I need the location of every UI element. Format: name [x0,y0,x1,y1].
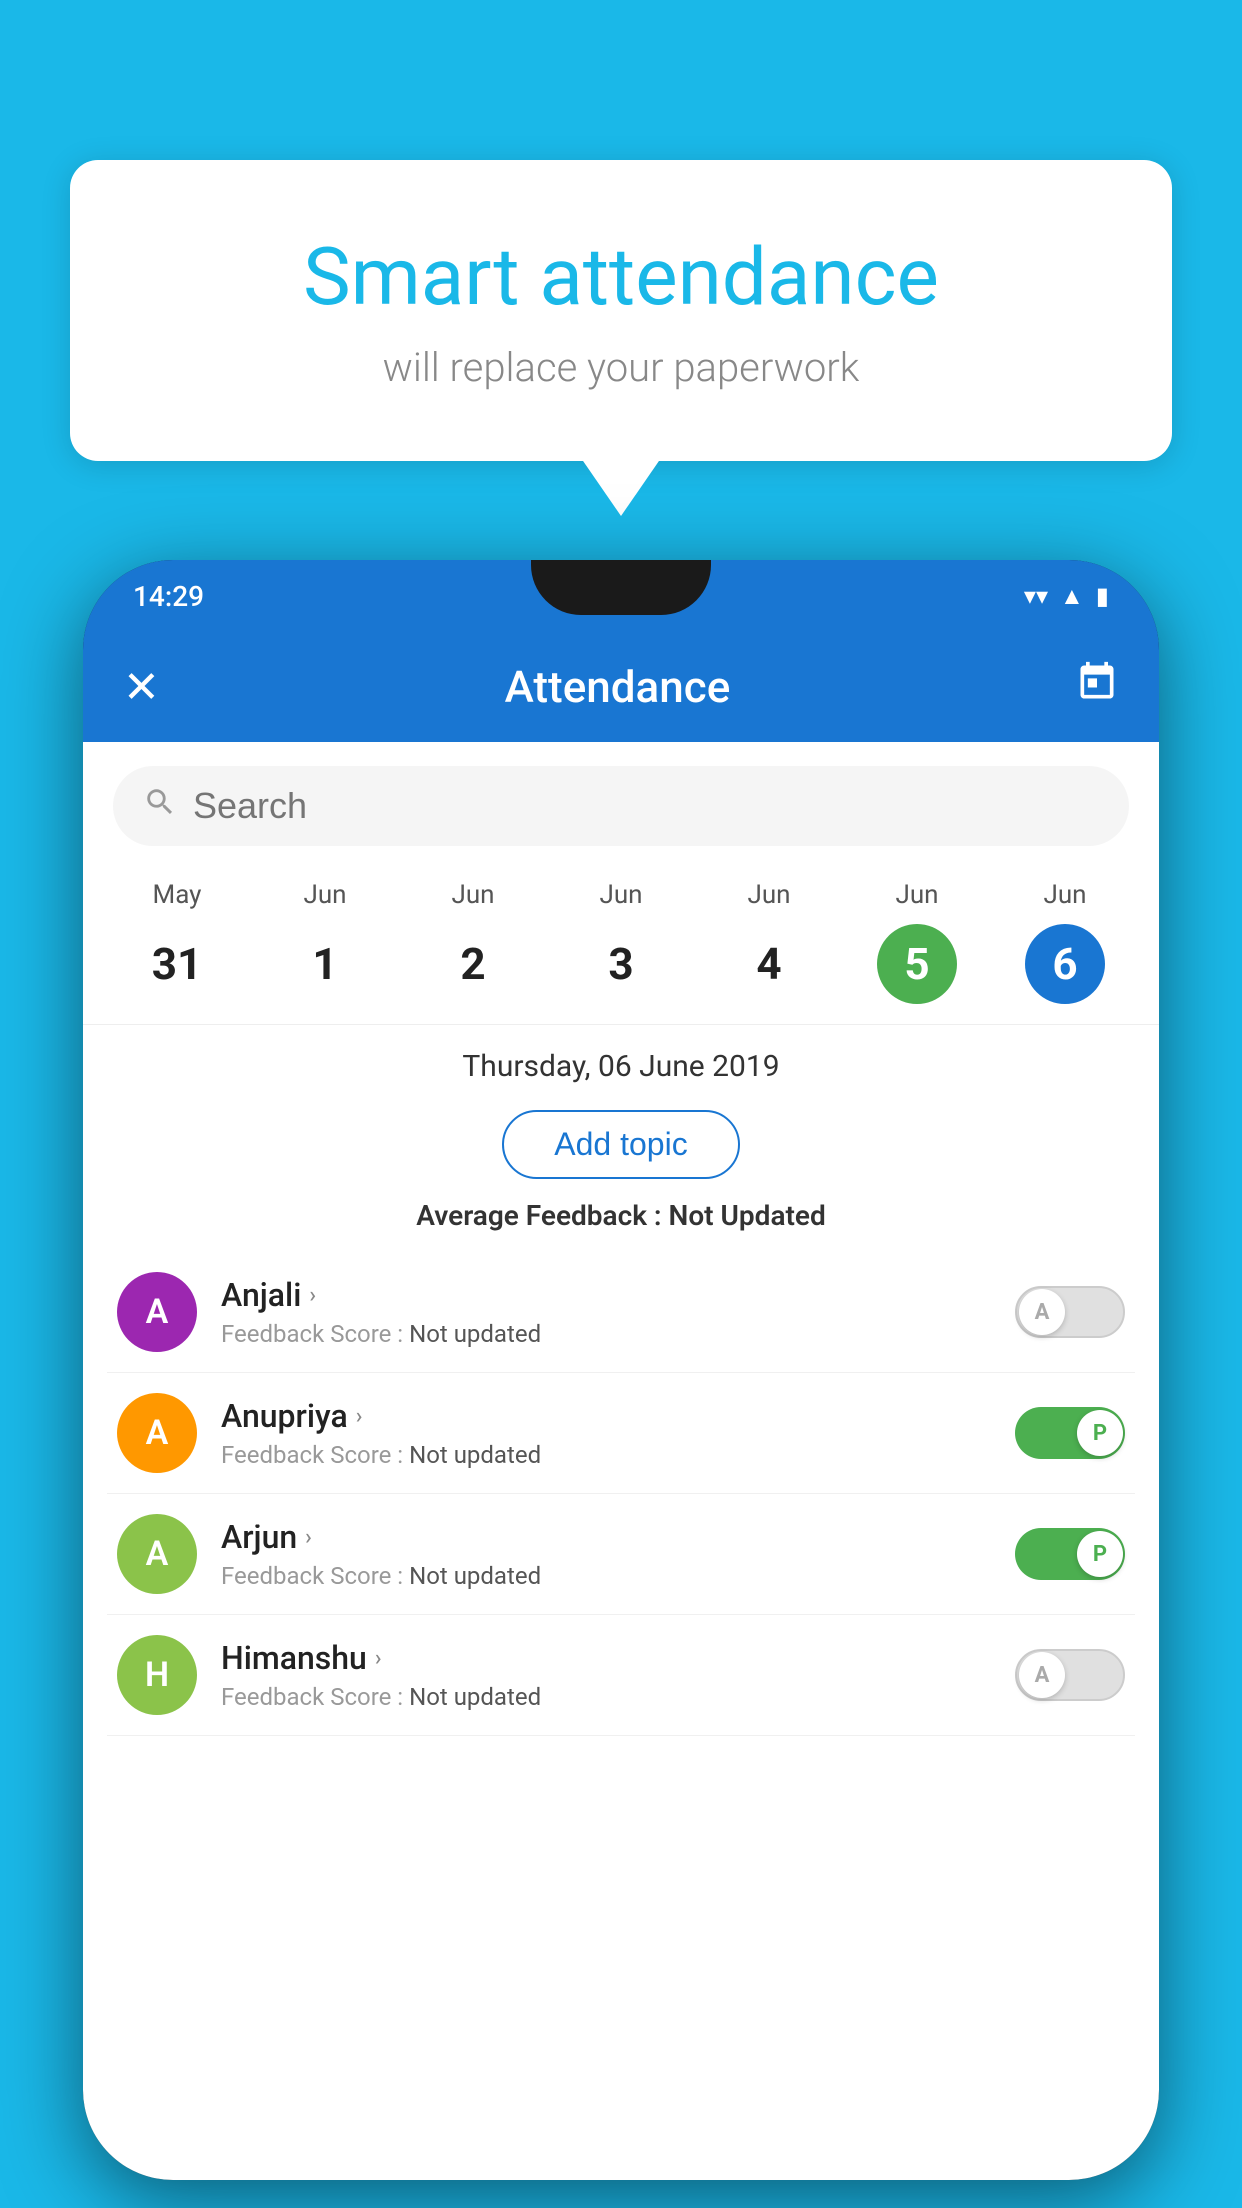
cal-month-label: Jun [303,880,346,910]
student-avatar: H [117,1635,197,1715]
student-item[interactable]: AAnjali ›Feedback Score : Not updatedA [107,1252,1135,1373]
cal-month-label: Jun [599,880,642,910]
chevron-icon: › [309,1283,316,1308]
student-list: AAnjali ›Feedback Score : Not updatedAAA… [83,1252,1159,1736]
cal-month-label: Jun [451,880,494,910]
student-feedback: Feedback Score : Not updated [221,1320,1015,1348]
phone-screen: May 31 Jun 1 Jun 2 Jun 3 Jun 4 Jun 5 Jun 6 Thursday, … [83,742,1159,2180]
calendar-day[interactable]: Jun 6 [1025,880,1105,1004]
toggle-thumb: P [1077,1531,1123,1577]
cal-date-number[interactable]: 2 [433,924,513,1004]
cal-date-number[interactable]: 4 [729,924,809,1004]
cal-date-number[interactable]: 3 [581,924,661,1004]
cal-month-label: May [153,880,202,910]
search-input[interactable] [193,785,1099,827]
status-icons: ▾▾ ▲ ▮ [1024,582,1109,611]
student-item[interactable]: A Arjun › Feedback Score : Not updated P [107,1494,1135,1615]
calendar-day[interactable]: Jun 3 [581,880,661,1004]
cal-date-number[interactable]: 1 [285,924,365,1004]
student-feedback: Feedback Score : Not updated [221,1562,1015,1590]
student-item[interactable]: H Himanshu › Feedback Score : Not updatedA [107,1615,1135,1736]
calendar-day[interactable]: Jun 2 [433,880,513,1004]
calendar-day[interactable]: Jun 5 [877,880,957,1004]
battery-icon: ▮ [1096,582,1109,610]
attendance-toggle[interactable]: P [1015,1528,1125,1580]
speech-bubble-container: Smart attendance will replace your paper… [70,160,1172,461]
cal-month-label: Jun [895,880,938,910]
calendar-icon[interactable] [1075,660,1119,715]
close-icon[interactable]: ✕ [123,661,160,713]
calendar-day[interactable]: May 31 [137,880,217,1004]
student-feedback: Feedback Score : Not updated [221,1441,1015,1469]
avg-feedback-value: Not Updated [669,1199,826,1232]
cal-date-number[interactable]: 6 [1025,924,1105,1004]
cal-month-label: Jun [1043,880,1086,910]
student-avatar: A [117,1272,197,1352]
student-feedback: Feedback Score : Not updated [221,1683,1015,1711]
student-name: Anupriya › [221,1397,1015,1435]
calendar-day[interactable]: Jun 1 [285,880,365,1004]
student-info: Arjun › Feedback Score : Not updated [221,1518,1015,1590]
phone-frame: 14:29 ▾▾ ▲ ▮ ✕ Attendance May 31 Jun 1 [83,560,1159,2180]
student-avatar: A [117,1393,197,1473]
cal-date-number[interactable]: 31 [137,924,217,1004]
avg-feedback: Average Feedback : Not Updated [83,1199,1159,1232]
student-name: Himanshu › [221,1639,1015,1677]
wifi-icon: ▾▾ [1024,582,1048,610]
search-icon [143,785,177,828]
student-name: Arjun › [221,1518,1015,1556]
status-bar: 14:29 ▾▾ ▲ ▮ [83,560,1159,632]
toggle-thumb: A [1019,1652,1065,1698]
student-avatar: A [117,1514,197,1594]
search-bar[interactable] [113,766,1129,846]
student-info: Himanshu › Feedback Score : Not updated [221,1639,1015,1711]
avg-feedback-label: Average Feedback : [416,1199,661,1232]
cal-date-number[interactable]: 5 [877,924,957,1004]
attendance-toggle[interactable]: P [1015,1407,1125,1459]
add-topic-button[interactable]: Add topic [502,1110,739,1179]
chevron-icon: › [305,1525,312,1550]
selected-date-label: Thursday, 06 June 2019 [83,1025,1159,1100]
attendance-toggle[interactable]: A [1015,1286,1125,1338]
signal-icon: ▲ [1060,582,1084,611]
speech-bubble: Smart attendance will replace your paper… [70,160,1172,461]
student-name: Anjali › [221,1276,1015,1314]
student-info: Anjali › Feedback Score : Not updated [221,1276,1015,1348]
student-info: Anupriya › Feedback Score : Not updated [221,1397,1015,1469]
phone-notch [531,560,711,615]
student-item[interactable]: A Anupriya › Feedback Score : Not updated P [107,1373,1135,1494]
toggle-thumb: P [1077,1410,1123,1456]
speech-bubble-subtitle: will replace your paperwork [150,344,1092,391]
toggle-thumb: A [1019,1289,1065,1335]
attendance-toggle[interactable]: A [1015,1649,1125,1701]
cal-month-label: Jun [747,880,790,910]
calendar-strip: May 31 Jun 1 Jun 2 Jun 3 Jun 4 Jun 5 Jun 6 [83,870,1159,1025]
chevron-icon: › [375,1646,382,1671]
calendar-day[interactable]: Jun 4 [729,880,809,1004]
app-bar: ✕ Attendance [83,632,1159,742]
status-time: 14:29 [133,580,204,613]
app-bar-title: Attendance [505,661,731,713]
speech-bubble-title: Smart attendance [150,230,1092,324]
chevron-icon: › [356,1404,363,1429]
